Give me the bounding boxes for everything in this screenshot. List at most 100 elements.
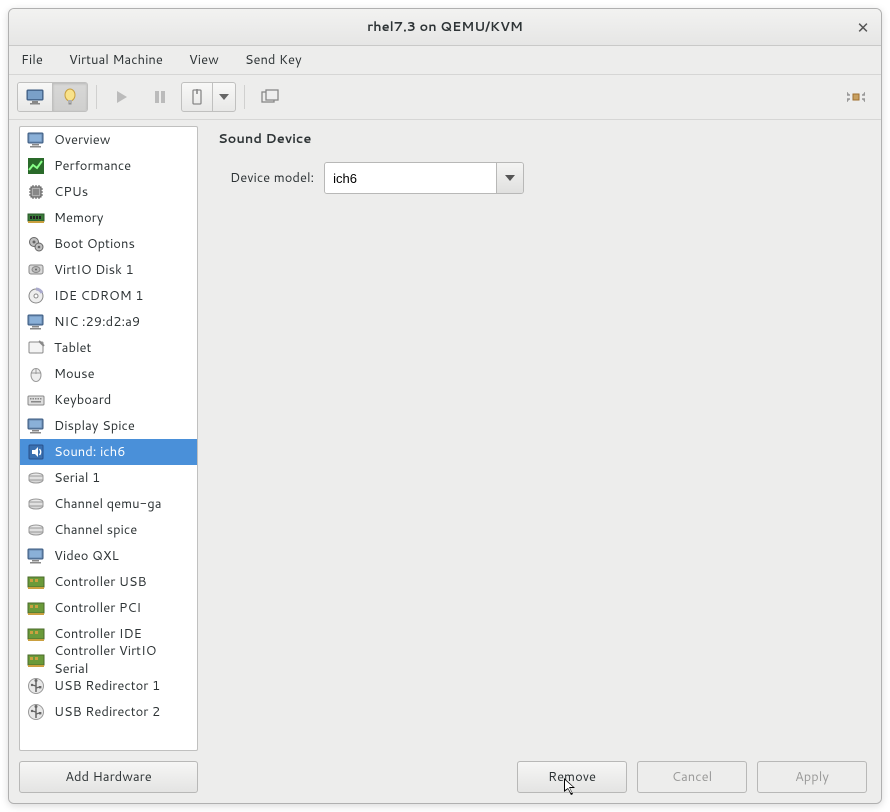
sound-icon (26, 442, 46, 462)
sidebar-item-channel-qemu-ga[interactable]: Channel qemu-ga (20, 491, 197, 517)
sidebar-item-label: CPUs (54, 183, 88, 201)
sidebar-item-serial-1[interactable]: Serial 1 (20, 465, 197, 491)
sidebar-item-label: VirtIO Disk 1 (54, 261, 134, 279)
apply-button[interactable]: Apply (757, 761, 867, 793)
sidebar-item-controller-virtio-serial[interactable]: Controller VirtIO Serial (20, 647, 197, 673)
sidebar-item-usb-redirector-2[interactable]: USB Redirector 2 (20, 699, 197, 725)
menubar: File Virtual Machine View Send Key (9, 46, 881, 75)
sidebar-wrap: Overview Performance CPUs Memory Boot Option… (9, 120, 204, 803)
device-model-row: Device model: (230, 162, 867, 194)
keyboard-icon (26, 390, 46, 410)
sidebar-item-label: Channel spice (54, 521, 137, 539)
sidebar-item-label: Keyboard (54, 391, 111, 409)
sidebar-item-label: NIC :29:d2:a9 (54, 313, 140, 331)
sidebar-item-label: USB Redirector 1 (54, 677, 160, 695)
remove-button[interactable]: Remove (517, 761, 627, 793)
cpu-icon (26, 182, 46, 202)
bulb-icon (62, 88, 78, 106)
sidebar-item-controller-pci[interactable]: Controller PCI (20, 595, 197, 621)
sidebar-item-label: Overview (54, 131, 110, 149)
sidebar-item-virtio-disk-1[interactable]: VirtIO Disk 1 (20, 257, 197, 283)
run-button[interactable] (105, 83, 139, 111)
sidebar-item-ide-cdrom-1[interactable]: IDE CDROM 1 (20, 283, 197, 309)
sidebar-item-channel-spice[interactable]: Channel spice (20, 517, 197, 543)
sidebar-item-label: Serial 1 (54, 469, 100, 487)
sidebar-item-video-qxl[interactable]: Video QXL (20, 543, 197, 569)
menu-virtual-machine[interactable]: Virtual Machine (65, 48, 167, 72)
window-title: rhel7.3 on QEMU/KVM (9, 18, 881, 36)
snapshot-icon (261, 89, 279, 105)
display-icon (26, 416, 46, 436)
disk-icon (26, 260, 46, 280)
mouse-icon (26, 364, 46, 384)
sidebar-item-keyboard[interactable]: Keyboard (20, 387, 197, 413)
monitor-icon (26, 89, 44, 105)
device-model-combo[interactable] (324, 162, 524, 194)
controller-icon (26, 598, 46, 618)
close-icon: ✕ (857, 17, 870, 38)
sidebar-item-controller-usb[interactable]: Controller USB (20, 569, 197, 595)
menu-send-key[interactable]: Send Key (241, 48, 306, 72)
sidebar-item-display-spice[interactable]: Display Spice (20, 413, 197, 439)
close-button[interactable]: ✕ (853, 17, 873, 37)
view-mode-group (17, 82, 88, 112)
sidebar-item-tablet[interactable]: Tablet (20, 335, 197, 361)
controller-icon (26, 650, 46, 670)
sidebar-item-label: Controller PCI (54, 599, 141, 617)
snapshots-button[interactable] (253, 83, 287, 111)
menu-view[interactable]: View (185, 48, 223, 72)
console-view-button[interactable] (18, 83, 53, 111)
sidebar-item-label: Performance (54, 157, 131, 175)
device-model-input[interactable] (325, 163, 496, 193)
details-panel: Sound Device Device model: (204, 120, 881, 803)
sidebar-item-label: Sound: ich6 (54, 443, 125, 461)
tablet-icon (26, 338, 46, 358)
details-view-button[interactable] (53, 83, 87, 111)
sidebar-item-memory[interactable]: Memory (20, 205, 197, 231)
titlebar: rhel7.3 on QEMU/KVM ✕ (9, 9, 881, 46)
channel-icon (26, 494, 46, 514)
sidebar-item-label: Controller IDE (54, 625, 142, 643)
hardware-list[interactable]: Overview Performance CPUs Memory Boot Option… (19, 126, 198, 751)
pause-icon (154, 90, 166, 104)
sidebar-item-label: Display Spice (54, 417, 135, 435)
sidebar-item-label: Channel qemu-ga (54, 495, 162, 513)
sidebar-item-sound-ich6[interactable]: Sound: ich6 (20, 439, 197, 465)
shutdown-button-main[interactable] (182, 83, 213, 111)
chevron-down-icon (219, 94, 229, 100)
controller-icon (26, 624, 46, 644)
sidebar-item-overview[interactable]: Overview (20, 127, 197, 153)
shutdown-dropdown[interactable] (181, 82, 236, 112)
sidebar-item-performance[interactable]: Performance (20, 153, 197, 179)
add-hardware-button[interactable]: Add Hardware (19, 761, 198, 793)
serial-icon (26, 468, 46, 488)
device-model-combo-arrow[interactable] (496, 163, 523, 193)
sidebar-item-nic-29-d2-a9[interactable]: NIC :29:d2:a9 (20, 309, 197, 335)
sidebar-item-label: Controller USB (54, 573, 147, 591)
sidebar-item-label: Mouse (54, 365, 95, 383)
channel-icon (26, 520, 46, 540)
sidebar-item-label: Controller VirtIO Serial (54, 642, 191, 678)
monitor-icon (26, 130, 46, 150)
sidebar-item-label: Boot Options (54, 235, 135, 253)
usb-icon (26, 676, 46, 696)
sidebar-item-boot-options[interactable]: Boot Options (20, 231, 197, 257)
gear-icon (26, 234, 46, 254)
sidebar-item-label: IDE CDROM 1 (54, 287, 144, 305)
cancel-button[interactable]: Cancel (637, 761, 747, 793)
chevron-down-icon (505, 175, 515, 181)
sidebar-item-label: Tablet (54, 339, 91, 357)
sidebar-item-mouse[interactable]: Mouse (20, 361, 197, 387)
toolbar (9, 75, 881, 120)
pause-button[interactable] (143, 83, 177, 111)
body: Overview Performance CPUs Memory Boot Option… (9, 120, 881, 803)
shutdown-dropdown-arrow[interactable] (213, 83, 235, 111)
toolbar-separator (96, 85, 97, 109)
fullscreen-button[interactable] (839, 83, 873, 111)
sidebar-item-cpus[interactable]: CPUs (20, 179, 197, 205)
ram-icon (26, 208, 46, 228)
video-icon (26, 546, 46, 566)
nic-icon (26, 312, 46, 332)
menu-file[interactable]: File (17, 48, 47, 72)
chart-icon (26, 156, 46, 176)
